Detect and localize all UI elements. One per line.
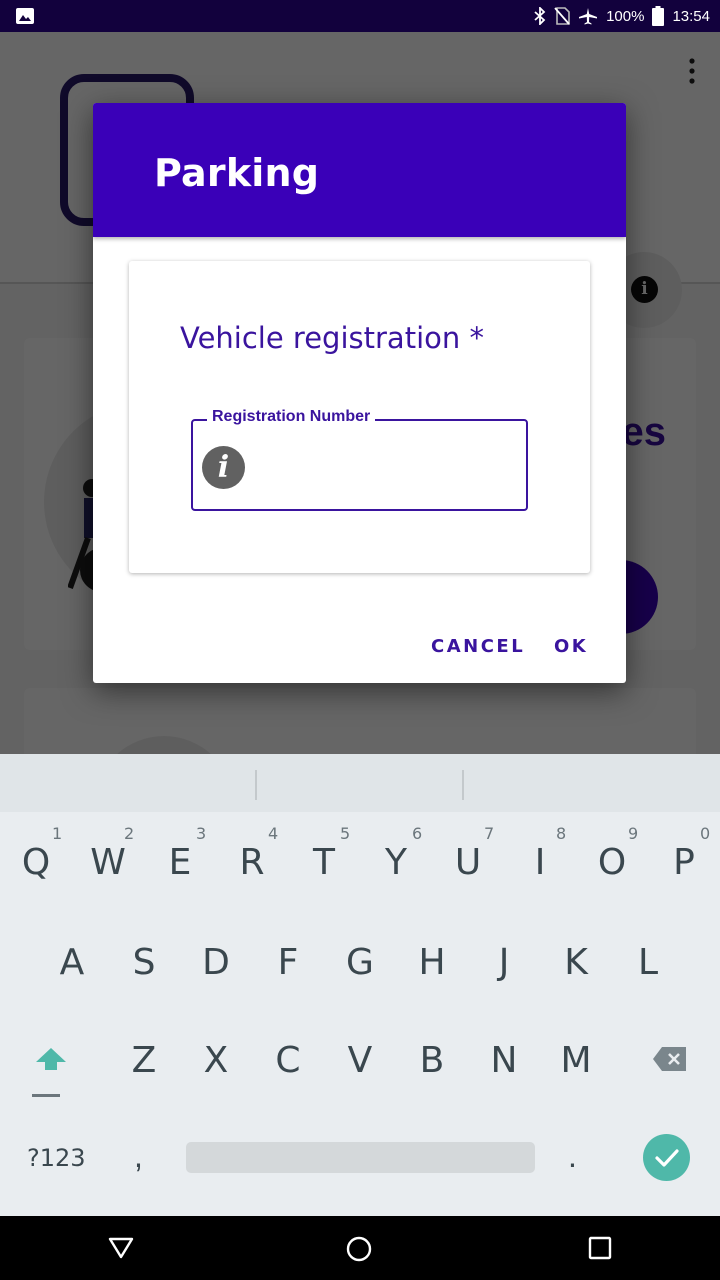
bluetooth-icon	[534, 7, 546, 25]
backspace-icon[interactable]	[652, 1046, 688, 1072]
ok-button[interactable]: OK	[554, 636, 588, 657]
dialog-title: Parking	[154, 151, 320, 195]
shift-key-icon[interactable]	[30, 1044, 72, 1100]
key-a[interactable]: A	[42, 942, 102, 983]
key-hint: 2	[124, 824, 135, 843]
key-k[interactable]: K	[546, 942, 606, 983]
key-x[interactable]: X	[186, 1040, 246, 1081]
suggestion-divider	[255, 770, 257, 800]
back-icon[interactable]	[108, 1236, 134, 1260]
soft-keyboard: Q 1 W 2 E 3 R 4 T 5 Y 6 U 7 I 8 O 9 P 0 …	[0, 754, 720, 1216]
key-l[interactable]: L	[618, 942, 678, 983]
key-t[interactable]: T	[294, 842, 354, 883]
field-heading: Vehicle registration *	[180, 321, 484, 355]
checkmark-icon	[655, 1149, 679, 1167]
registration-label: Registration Number	[207, 408, 376, 426]
suggestion-divider	[462, 770, 464, 800]
recents-icon[interactable]	[588, 1236, 612, 1260]
key-q[interactable]: Q	[6, 842, 66, 883]
battery-icon	[652, 6, 665, 26]
key-r[interactable]: R	[222, 842, 282, 883]
registration-field[interactable]: Registration Number i	[191, 408, 528, 511]
key-z[interactable]: Z	[114, 1040, 174, 1081]
key-u[interactable]: U	[438, 842, 498, 883]
status-bar: 100% 13:54	[0, 0, 720, 32]
key-o[interactable]: O	[582, 842, 642, 883]
period-key[interactable]: .	[568, 1138, 577, 1175]
key-hint: 9	[628, 824, 639, 843]
cancel-button[interactable]: CANCEL	[431, 636, 525, 657]
navigation-bar	[0, 1216, 720, 1280]
key-c[interactable]: C	[258, 1040, 318, 1081]
key-b[interactable]: B	[402, 1040, 462, 1081]
registration-input[interactable]	[255, 443, 515, 487]
space-bar[interactable]	[186, 1142, 535, 1173]
enter-key[interactable]	[643, 1134, 690, 1181]
home-icon[interactable]	[346, 1236, 372, 1262]
key-hint: 4	[268, 824, 279, 843]
key-hint: 5	[340, 824, 351, 843]
key-m[interactable]: M	[546, 1040, 606, 1081]
battery-percent: 100%	[606, 7, 645, 25]
key-j[interactable]: J	[474, 942, 534, 983]
key-s[interactable]: S	[114, 942, 174, 983]
suggestion-strip[interactable]	[0, 754, 720, 812]
symbols-key[interactable]: ?123	[27, 1144, 86, 1172]
info-icon[interactable]: i	[202, 446, 245, 489]
key-y[interactable]: Y	[366, 842, 426, 883]
clock: 13:54	[672, 7, 710, 25]
key-w[interactable]: W	[78, 842, 138, 883]
dialog-header: Parking	[93, 103, 626, 237]
key-hint: 3	[196, 824, 207, 843]
key-g[interactable]: G	[330, 942, 390, 983]
image-icon	[16, 8, 34, 24]
key-hint: 1	[52, 824, 63, 843]
airplane-icon	[579, 8, 598, 25]
key-hint: 0	[700, 824, 711, 843]
key-n[interactable]: N	[474, 1040, 534, 1081]
key-hint: 6	[412, 824, 423, 843]
parking-dialog: Parking Vehicle registration * Registrat…	[93, 103, 626, 683]
key-e[interactable]: E	[150, 842, 210, 883]
comma-key[interactable]: ,	[134, 1138, 143, 1175]
key-h[interactable]: H	[402, 942, 462, 983]
key-p[interactable]: P	[654, 842, 714, 883]
registration-card: Vehicle registration * Registration Numb…	[129, 261, 590, 573]
key-hint: 7	[484, 824, 495, 843]
no-sim-icon	[554, 7, 570, 25]
key-v[interactable]: V	[330, 1040, 390, 1081]
key-i[interactable]: I	[510, 842, 570, 883]
key-hint: 8	[556, 824, 567, 843]
key-d[interactable]: D	[186, 942, 246, 983]
key-f[interactable]: F	[258, 942, 318, 983]
